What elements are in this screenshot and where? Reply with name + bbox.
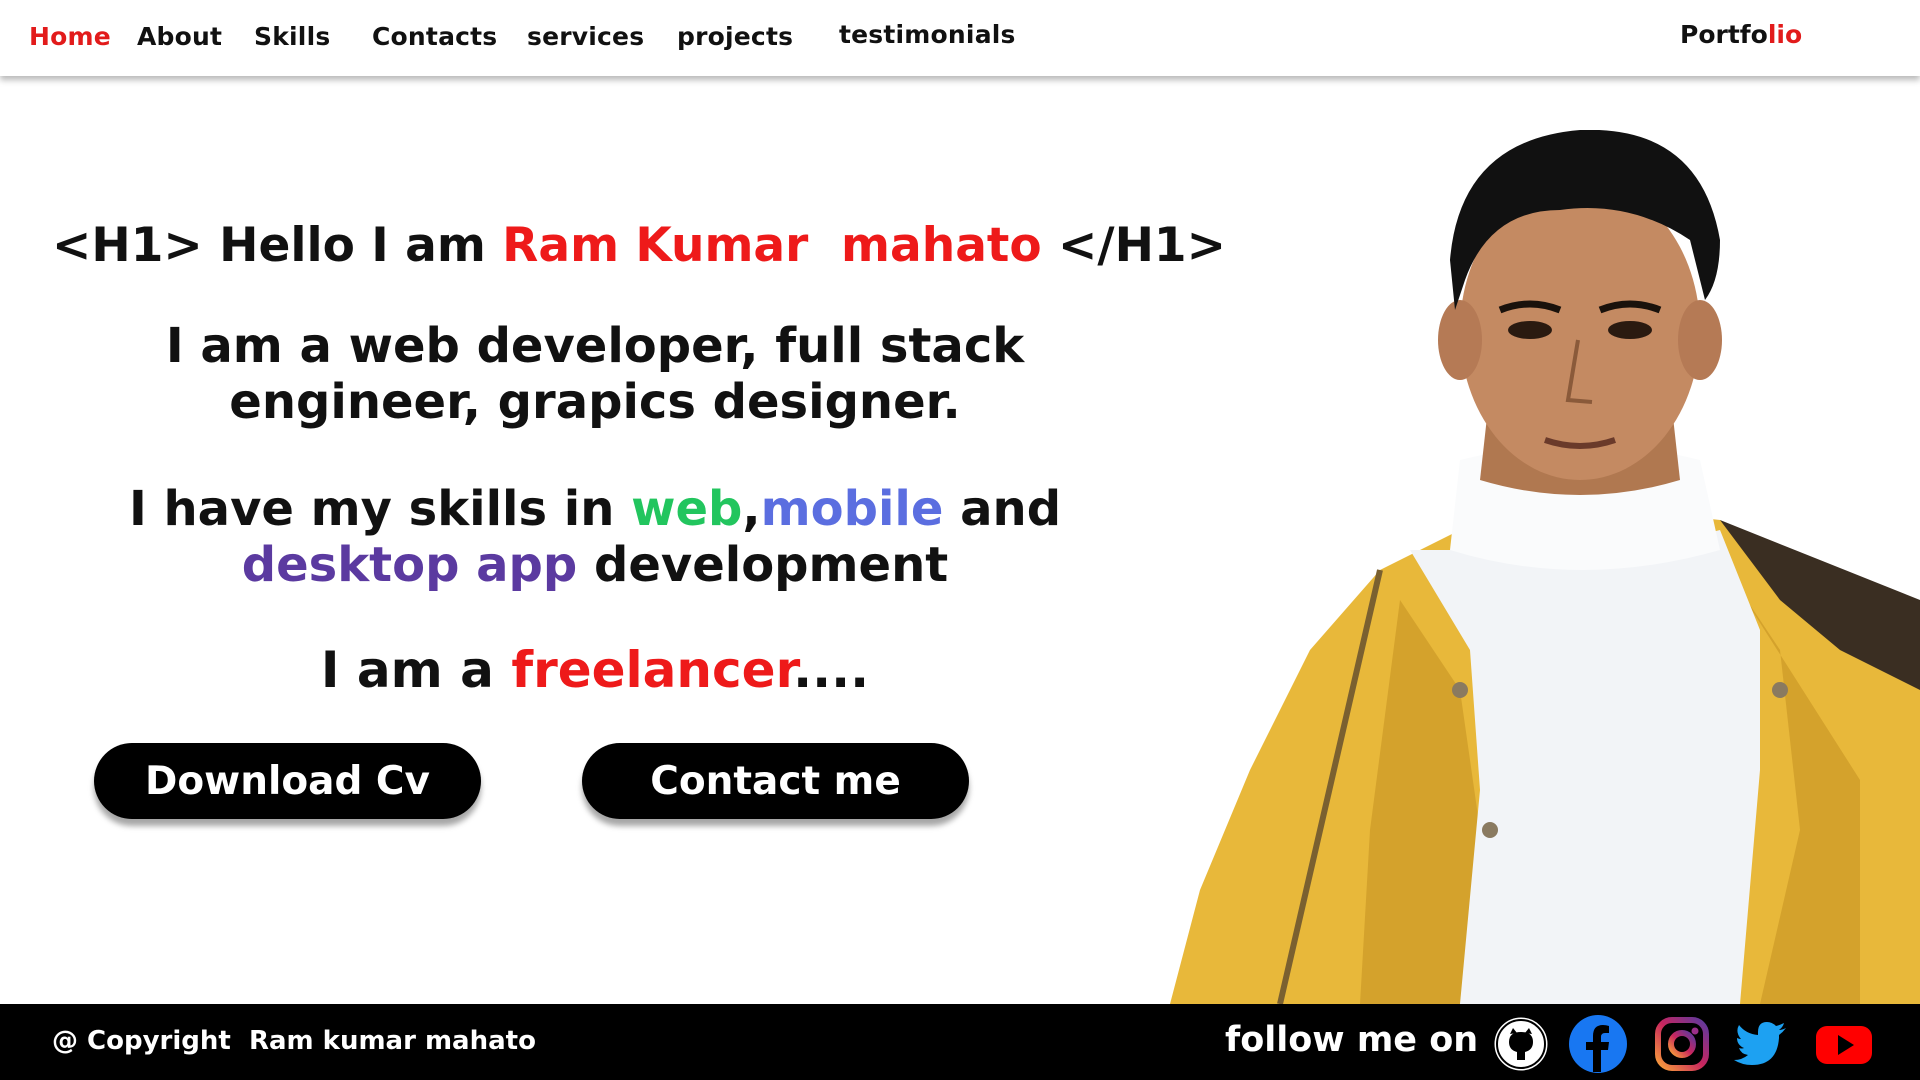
footer-bar: @ Copyright Ram kumar mahato follow me o… (0, 1004, 1920, 1080)
hero-heading: <H1> Hello I am Ram Kumar mahato </H1> (52, 218, 1226, 273)
h1-open-tag: <H1> Hello I am (52, 218, 503, 273)
skill-desktop: desktop app (241, 537, 578, 593)
nav-about[interactable]: About (137, 22, 222, 51)
skill-mobile: mobile (760, 481, 944, 537)
skills-line-2: desktop app development (90, 537, 1100, 593)
skills-text: I have my skills in web,mobile and deskt… (90, 481, 1100, 593)
nav-projects[interactable]: projects (677, 22, 793, 51)
download-cv-button[interactable]: Download Cv (94, 743, 481, 819)
nav-testimonials[interactable]: testimonials (839, 20, 1016, 49)
skills-line-1: I have my skills in web,mobile and (90, 481, 1100, 537)
twitter-icon[interactable] (1732, 1014, 1792, 1074)
freelancer-text: I am a freelancer.... (90, 640, 1100, 700)
nav-skills[interactable]: Skills (254, 22, 330, 51)
nav-home[interactable]: Home (29, 22, 111, 51)
skill-web: web (631, 481, 743, 537)
youtube-icon[interactable] (1814, 1014, 1874, 1074)
follow-label: follow me on : (1225, 1020, 1505, 1060)
freelance-word: freelancer (511, 641, 794, 699)
contact-me-button[interactable]: Contact me (582, 743, 969, 819)
brand-prefix: Portfo (1680, 20, 1768, 49)
top-navbar: Home About Skills Contacts services proj… (0, 0, 1920, 76)
skill-suffix: development (577, 537, 949, 593)
brand-accent: lio (1767, 20, 1803, 49)
profile-photo (1170, 130, 1920, 1004)
brand-logo[interactable]: Portfolio (1680, 20, 1802, 49)
facebook-icon[interactable] (1568, 1014, 1628, 1074)
skill-separator: , (742, 481, 761, 537)
skills-prefix: I have my skills in (128, 481, 632, 537)
instagram-icon[interactable] (1652, 1014, 1712, 1074)
github-icon[interactable] (1491, 1014, 1551, 1074)
skill-and: and (943, 481, 1062, 537)
nav-services[interactable]: services (527, 22, 644, 51)
intro-line-2: engineer, grapics designer. (229, 374, 961, 430)
hero-name: Ram Kumar mahato (502, 218, 1042, 273)
freelance-suffix: .... (793, 641, 870, 699)
intro-line-1: I am a web developer, full stack (165, 318, 1025, 374)
nav-contacts[interactable]: Contacts (372, 22, 497, 51)
freelance-prefix: I am a (320, 641, 512, 699)
copyright-text: @ Copyright Ram kumar mahato (52, 1026, 536, 1056)
intro-text: I am a web developer, full stack enginee… (90, 318, 1100, 430)
